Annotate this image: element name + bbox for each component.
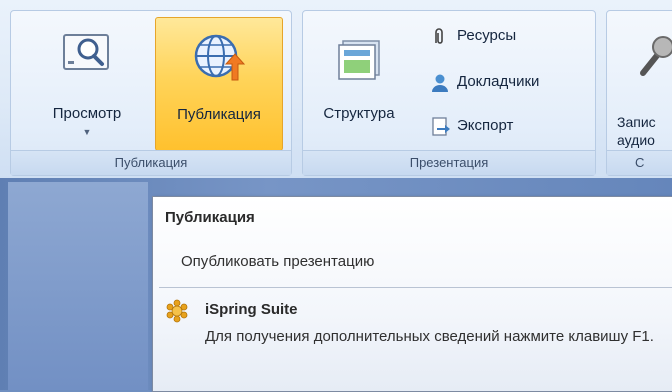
- group-label-publish: Публикация: [11, 150, 291, 175]
- group-label-record: С: [607, 150, 672, 175]
- record-label-line2: аудио: [617, 132, 655, 148]
- ispring-logo-icon: [165, 299, 189, 328]
- group-label-presentation: Презентация: [303, 150, 595, 175]
- publish-button[interactable]: Публикация: [155, 17, 283, 151]
- globe-upload-icon: [192, 32, 246, 86]
- slide-pane: [8, 182, 148, 390]
- paperclip-icon: [431, 27, 447, 54]
- resources-button[interactable]: Ресурсы: [429, 25, 516, 47]
- structure-label: Структура: [323, 105, 395, 122]
- export-label: Экспорт: [457, 117, 514, 134]
- user-icon: [431, 73, 449, 100]
- preview-icon: [62, 31, 112, 81]
- tooltip-title: Публикация: [165, 209, 255, 226]
- tooltip-description: Опубликовать презентацию: [181, 253, 375, 270]
- tooltip-divider: [159, 287, 672, 288]
- resources-label: Ресурсы: [457, 27, 517, 44]
- microphone-icon: [635, 35, 672, 83]
- record-audio-button[interactable]: Запис аудио: [613, 17, 672, 151]
- presenters-button[interactable]: Докладчики: [429, 71, 539, 93]
- export-icon: [431, 117, 451, 144]
- record-label-line1: Запис: [617, 114, 656, 130]
- tooltip-brand: iSpring Suite: [205, 301, 298, 318]
- publish-tooltip: Публикация Опубликовать презентацию iSpr…: [152, 196, 672, 392]
- chevron-down-icon: ▼: [82, 127, 92, 137]
- preview-button[interactable]: Просмотр ▼: [27, 17, 147, 151]
- tooltip-help-text: Для получения дополнительных сведений на…: [205, 328, 654, 345]
- preview-label: Просмотр: [52, 105, 122, 122]
- structure-button[interactable]: Структура: [309, 17, 409, 151]
- ribbon: Просмотр ▼ Публикация Публикация Структу…: [0, 0, 672, 179]
- group-record: Запис аудио С: [606, 10, 672, 176]
- presenters-label: Докладчики: [457, 73, 540, 90]
- publish-label: Публикация: [177, 106, 261, 123]
- structure-icon: [337, 39, 381, 85]
- group-presentation: Структура Ресурсы Докладчики Экспорт Пре…: [302, 10, 596, 176]
- export-button[interactable]: Экспорт: [429, 115, 513, 137]
- record-audio-label: Запис аудио: [617, 113, 672, 149]
- group-publish: Просмотр ▼ Публикация Публикация: [10, 10, 292, 176]
